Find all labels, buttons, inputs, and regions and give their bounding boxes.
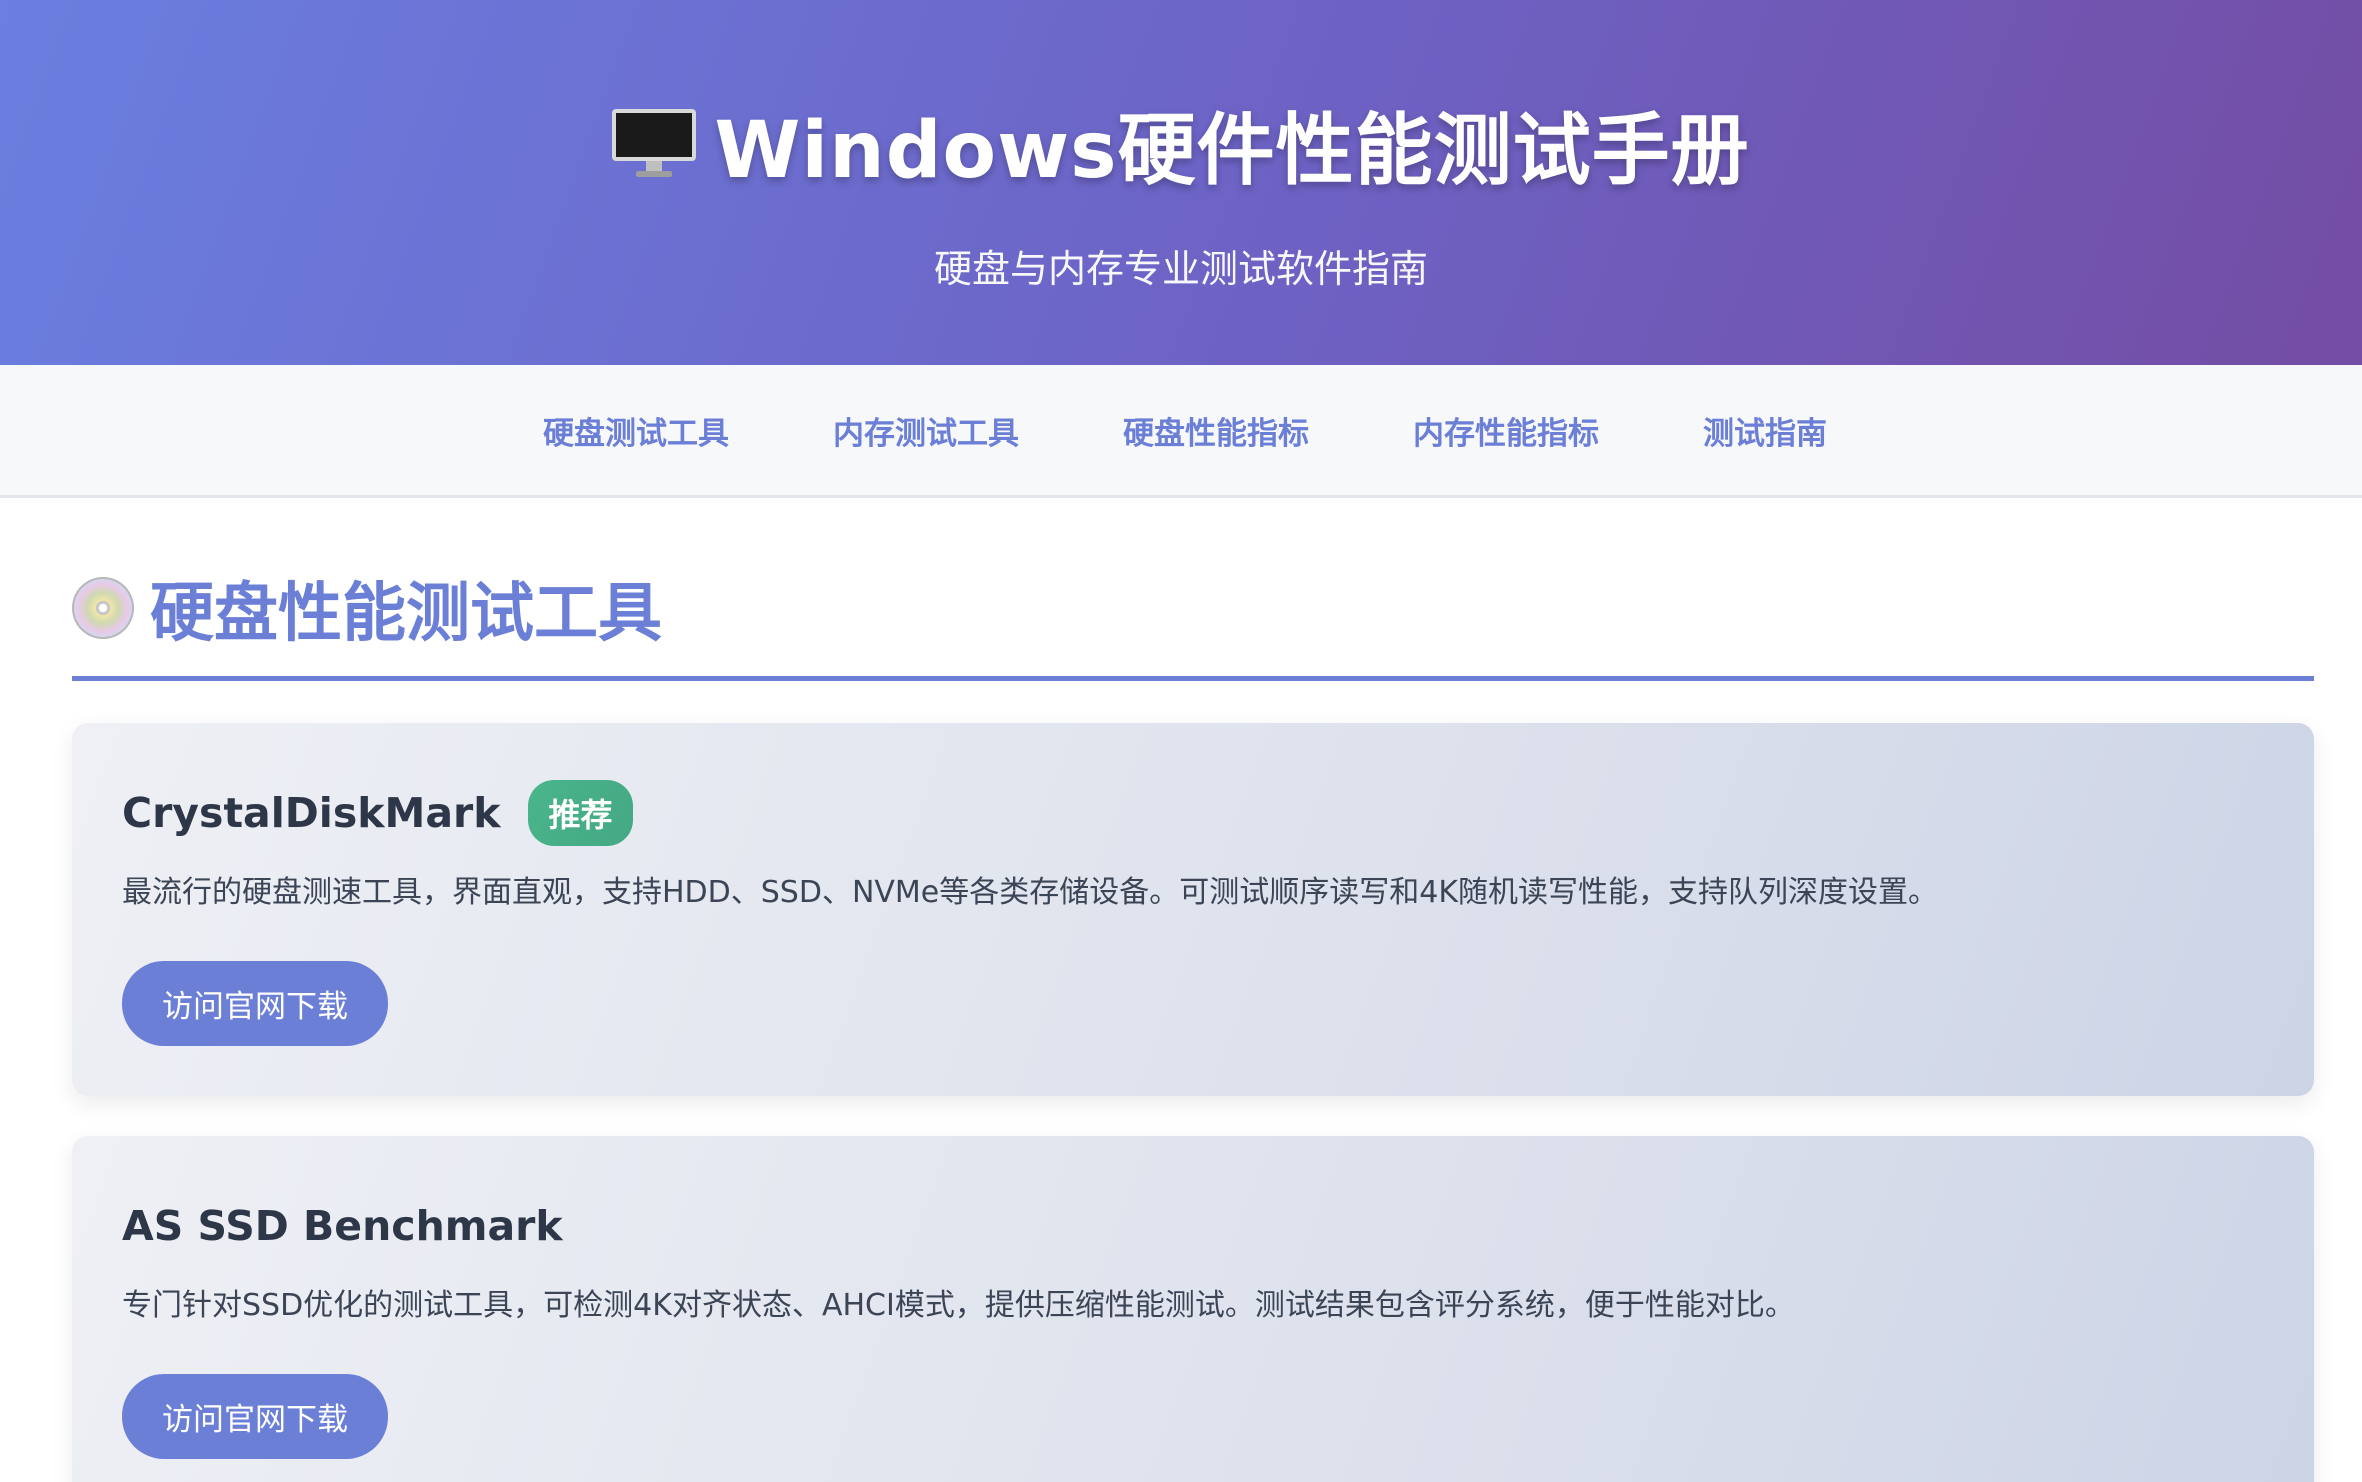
card-title-row: CrystalDiskMark 推荐 <box>122 779 2264 847</box>
tool-card: AS SSD Benchmark 专门针对SSD优化的测试工具，可检测4K对齐状… <box>72 1136 2314 1482</box>
nav-link-memory-metrics[interactable]: 内存性能指标 <box>1413 408 1599 453</box>
nav-link-disk-metrics[interactable]: 硬盘性能指标 <box>1123 408 1309 453</box>
main-content: 硬盘性能测试工具 CrystalDiskMark 推荐 最流行的硬盘测速工具，界… <box>0 562 2362 1482</box>
nav-link-disk-tools[interactable]: 硬盘测试工具 <box>543 408 729 453</box>
card-description: 专门针对SSD优化的测试工具，可检测4K对齐状态、AHCI模式，提供压缩性能测试… <box>122 1288 1795 1323</box>
section-header: 硬盘性能测试工具 <box>72 562 2314 681</box>
card-description: 最流行的硬盘测速工具，界面直观，支持HDD、SSD、NVMe等各类存储设备。可测… <box>122 875 1939 910</box>
nav-link-memory-tools[interactable]: 内存测试工具 <box>833 408 1019 453</box>
optical-disc-icon <box>72 577 134 639</box>
card-title: CrystalDiskMark <box>122 789 501 837</box>
download-button[interactable]: 访问官网下载 <box>122 1374 388 1459</box>
header-title-row: Windows硬件性能测试手册 <box>0 88 2362 200</box>
download-button[interactable]: 访问官网下载 <box>122 961 388 1046</box>
tool-card: CrystalDiskMark 推荐 最流行的硬盘测速工具，界面直观，支持HDD… <box>72 723 2314 1096</box>
section-title: 硬盘性能测试工具 <box>150 577 662 651</box>
recommended-badge: 推荐 <box>528 780 633 846</box>
page-subtitle: 硬盘与内存专业测试软件指南 <box>933 247 1428 291</box>
top-nav: 硬盘测试工具 内存测试工具 硬盘性能指标 内存性能指标 测试指南 <box>0 365 2362 498</box>
page-title: Windows硬件性能测试手册 <box>714 106 1750 196</box>
card-title: AS SSD Benchmark <box>122 1202 563 1250</box>
page-header: Windows硬件性能测试手册 硬盘与内存专业测试软件指南 <box>0 0 2362 365</box>
desktop-computer-icon <box>612 109 697 179</box>
card-title-row: AS SSD Benchmark <box>122 1192 2264 1260</box>
nav-link-test-guide[interactable]: 测试指南 <box>1703 408 1827 453</box>
